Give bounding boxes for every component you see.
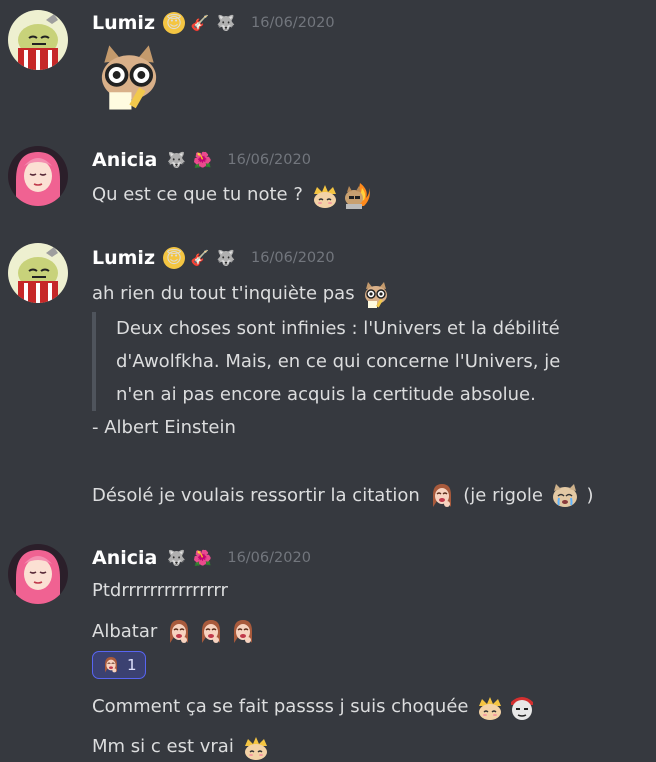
- avatar-anicia[interactable]: [8, 544, 68, 604]
- avatar-lumiz[interactable]: [8, 10, 68, 70]
- wolf-icon: 🐺: [216, 248, 236, 267]
- girl-laughing-emote[interactable]: [196, 617, 226, 647]
- girl-laughing-emote: [101, 655, 121, 675]
- wolf-icon: 🐺: [167, 548, 186, 567]
- message-text: Comment ça se fait passss j suis choquée: [92, 692, 538, 722]
- username[interactable]: Anicia: [92, 547, 157, 569]
- timestamp[interactable]: 16/06/2020: [251, 250, 335, 266]
- quote-attribution: - Albert Einstein: [92, 417, 236, 438]
- message-text-content: ): [586, 485, 594, 506]
- hibiscus-icon: 🌺: [193, 548, 212, 567]
- crying-cat-emote[interactable]: [550, 481, 580, 511]
- cat-glasses-notepad-emote[interactable]: [92, 38, 166, 112]
- guitar-icon: 🎸: [190, 13, 210, 32]
- message-text: Ptdrrrrrrrrrrrrrrr: [92, 580, 228, 601]
- guitar-icon: 🎸: [190, 248, 210, 267]
- quote-line: n'en ai pas encore acquis la certitude a…: [116, 384, 536, 405]
- avatar-lumiz[interactable]: [8, 243, 68, 303]
- user-badges: 🐺 🌺: [165, 149, 213, 171]
- message-text-content: Mm si c est vrai: [92, 736, 234, 757]
- message-header: Anicia 🐺 🌺 16/06/2020: [92, 546, 311, 570]
- message-text-content: Désolé je voulais ressortir la citation: [92, 485, 420, 506]
- timestamp[interactable]: 16/06/2020: [227, 550, 311, 566]
- message-text-content: Comment ça se fait passss j suis choquée: [92, 696, 469, 717]
- username[interactable]: Lumiz: [92, 12, 155, 34]
- user-badges: 😇 🎸 🐺: [163, 247, 237, 269]
- message-text-content: Qu est ce que tu note ?: [92, 184, 303, 205]
- quote-line: Deux choses sont infinies : l'Univers et…: [116, 318, 560, 339]
- message-header: Lumiz 😇 🎸 🐺 16/06/2020: [92, 246, 335, 270]
- bandana-guy-emote[interactable]: [507, 692, 537, 722]
- halo-smile-icon: 😇: [163, 247, 186, 269]
- message-text: ah rien du tout t'inquiète pas: [92, 279, 392, 309]
- username[interactable]: Lumiz: [92, 247, 155, 269]
- blockquote: Deux choses sont infinies : l'Univers et…: [92, 312, 636, 411]
- message-header: Lumiz 😇 🎸 🐺 16/06/2020: [92, 11, 335, 35]
- wolf-icon: 🐺: [167, 150, 186, 169]
- reaction-button[interactable]: 1: [92, 651, 146, 679]
- message-text: Désolé je voulais ressortir la citation …: [92, 481, 593, 511]
- girl-laughing-emote[interactable]: [228, 617, 258, 647]
- message-text: Albatar: [92, 617, 259, 647]
- message-text-content: (je rigole: [463, 485, 543, 506]
- timestamp[interactable]: 16/06/2020: [251, 15, 335, 31]
- avatar-anicia[interactable]: [8, 146, 68, 206]
- cat-glasses-emote[interactable]: [361, 279, 391, 309]
- message-header: Anicia 🐺 🌺 16/06/2020: [92, 148, 311, 172]
- halo-smile-icon: 😇: [163, 12, 186, 34]
- girl-laughing-emote[interactable]: [427, 481, 457, 511]
- wolf-icon: 🐺: [216, 13, 236, 32]
- message-text-content: Albatar: [92, 621, 158, 642]
- message-text-content: ah rien du tout t'inquiète pas: [92, 283, 355, 304]
- user-badges: 🐺 🌺: [165, 547, 213, 569]
- quote-line: d'Awolfkha. Mais, en ce qui concerne l'U…: [116, 351, 561, 372]
- message-text: Qu est ce que tu note ?: [92, 180, 373, 210]
- user-badges: 😇 🎸 🐺: [163, 12, 237, 34]
- username[interactable]: Anicia: [92, 149, 157, 171]
- cat-on-fire-emote[interactable]: [342, 180, 372, 210]
- timestamp[interactable]: 16/06/2020: [227, 152, 311, 168]
- girl-laughing-emote[interactable]: [164, 617, 194, 647]
- crown-cat-emote[interactable]: [475, 692, 505, 722]
- crown-cat-emote[interactable]: [310, 180, 340, 210]
- hibiscus-icon: 🌺: [193, 150, 212, 169]
- reaction-count: 1: [127, 656, 137, 674]
